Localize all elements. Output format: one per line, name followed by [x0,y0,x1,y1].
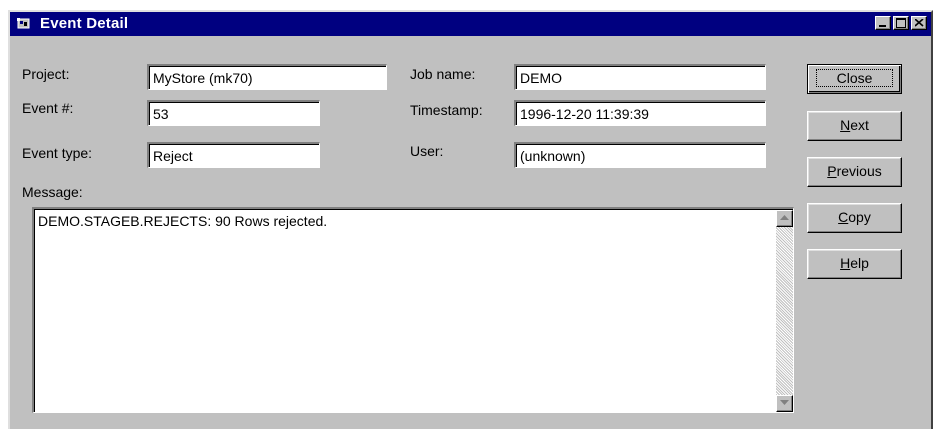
message-text: DEMO.STAGEB.REJECTS: 90 Rows rejected. [38,213,328,229]
event-number-label: Event #: [22,100,74,116]
timestamp-field[interactable]: 1996-12-20 11:39:39 [514,100,766,126]
next-label-rest: ext [850,117,869,133]
user-label: User: [410,143,444,159]
next-mnemonic: N [840,117,851,133]
scroll-down-button[interactable] [776,395,793,412]
timestamp-label: Timestamp: [410,102,483,118]
project-field[interactable]: MyStore (mk70) [147,64,387,90]
copy-button[interactable]: Copy [807,203,902,233]
message-textarea[interactable]: DEMO.STAGEB.REJECTS: 90 Rows rejected. [32,207,794,413]
event-type-label: Event type: [22,145,93,161]
previous-mnemonic: P [827,163,837,179]
user-field[interactable]: (unknown) [514,142,766,168]
help-button[interactable]: Help [807,249,902,279]
message-scrollbar[interactable] [776,210,793,412]
minimize-button[interactable] [875,16,891,30]
event-app-icon [16,17,32,31]
window-title: Event Detail [40,15,129,32]
close-x-icon [915,19,924,27]
copy-mnemonic: C [838,209,849,225]
help-label-rest: elp [850,255,869,271]
job-name-field[interactable]: DEMO [514,64,766,90]
event-number-field[interactable]: 53 [147,100,320,126]
scroll-up-button[interactable] [776,210,793,227]
job-name-label: Job name: [410,66,476,82]
help-mnemonic: H [840,255,851,271]
event-type-field[interactable]: Reject [147,142,320,168]
close-button[interactable]: Close [807,64,902,94]
arrow-up-icon [780,215,789,220]
close-button-label: Close [815,69,894,87]
event-detail-window: Event Detail Project: MyStore (mk70) Eve… [8,10,933,429]
arrow-down-icon [780,400,789,405]
close-window-button[interactable] [911,16,927,30]
title-bar[interactable]: Event Detail [10,12,931,36]
previous-label-rest: revious [836,163,882,179]
message-label: Message: [22,184,83,200]
copy-label-rest: opy [848,209,871,225]
next-button[interactable]: Next [807,111,902,141]
maximize-button[interactable] [893,16,909,30]
previous-button[interactable]: Previous [807,157,902,187]
project-label: Project: [22,66,70,82]
